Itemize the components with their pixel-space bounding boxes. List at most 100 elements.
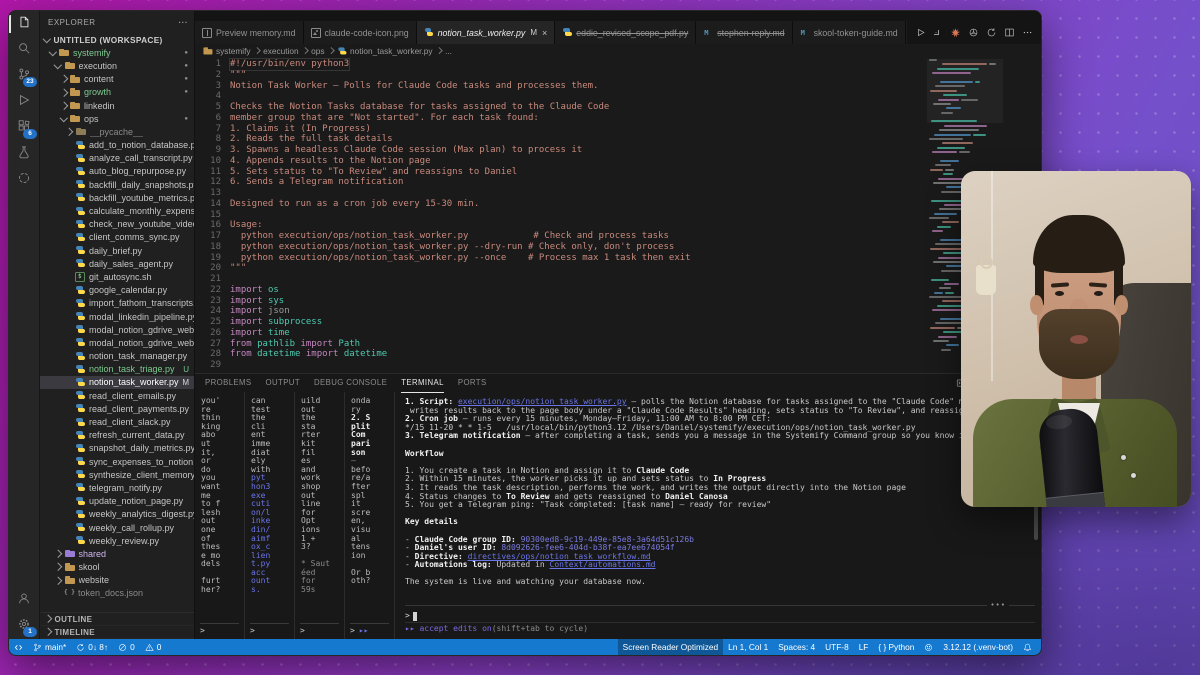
tree-item-weekly-call-rollup-py[interactable]: weekly_call_rollup.py — [40, 521, 194, 534]
status-indentation[interactable]: Spaces: 4 — [773, 639, 820, 655]
code-line[interactable]: 2""" — [195, 70, 925, 81]
tree-item-linkedin[interactable]: linkedin — [40, 99, 194, 112]
terminal-split-pane-2[interactable]: cantestthe clientimmediatelywith python3… — [245, 392, 295, 639]
tree-item-daily-sales-agent-py[interactable]: daily_sales_agent.py — [40, 257, 194, 270]
tree-item-shared[interactable]: shared — [40, 547, 194, 560]
code-line[interactable]: 13 — [195, 188, 925, 199]
tree-item-telegram-notify-py[interactable]: telegram_notify.py — [40, 481, 194, 494]
status-encoding[interactable]: UTF-8 — [820, 639, 854, 655]
code-line[interactable]: 22import os — [195, 285, 925, 296]
code-line[interactable]: 4 — [195, 91, 925, 102]
tree-item-google-calendar-py[interactable]: google_calendar.py — [40, 284, 194, 297]
tree-item-ops[interactable]: ops● — [40, 112, 194, 125]
tree-item-client-comms-sync-py[interactable]: client_comms_sync.py — [40, 231, 194, 244]
activity-run-debug-icon[interactable] — [9, 89, 39, 115]
tree-item-add-to-notion-database-py[interactable]: add_to_notion_database.py — [40, 139, 194, 152]
tree-item-read-client-payments-py[interactable]: read_client_payments.py — [40, 402, 194, 415]
code-line[interactable]: 82. Reads the full task details — [195, 134, 925, 145]
tree-item-update-notion-page-py[interactable]: update_notion_page.py — [40, 495, 194, 508]
status-notifications[interactable] — [1018, 639, 1037, 655]
tree-item-check-new-youtube-video-py[interactable]: check_new_youtube_video.py — [40, 218, 194, 231]
status-language-mode[interactable]: { } Python — [873, 639, 919, 655]
terminal-main-pane[interactable]: 1. Script: execution/ops/notion_task_wor… — [395, 392, 1041, 639]
close-icon[interactable]: × — [542, 28, 547, 38]
breadcrumb-item[interactable]: ops — [311, 46, 324, 56]
tree-item-growth[interactable]: growth● — [40, 86, 194, 99]
code-line[interactable]: 17 python execution/ops/notion_task_work… — [195, 231, 925, 242]
codex-icon[interactable] — [968, 27, 979, 38]
code-line[interactable]: 3Notion Task Worker — Polls for Claude C… — [195, 81, 925, 92]
tab-skool-token-guide-md[interactable]: skool-token-guide.md — [793, 21, 906, 44]
breadcrumb-item[interactable]: ... — [445, 46, 452, 56]
terminal-split-pane-4[interactable]: ondary2. Split Comparison—before/after s… — [345, 392, 395, 639]
activity-source-control-icon[interactable]: 23 — [9, 63, 39, 89]
tree-item-backfill-daily-snapshots-py[interactable]: backfill_daily_snapshots.py — [40, 178, 194, 191]
code-line[interactable]: 19 python execution/ops/notion_task_work… — [195, 253, 925, 264]
code-line[interactable]: 93. Spawns a headless Claude Code sessio… — [195, 145, 925, 156]
tree-item-notion-task-triage-py[interactable]: notion_task_triage.pyU — [40, 363, 194, 376]
panel-tab-output[interactable]: OUTPUT — [266, 374, 300, 393]
code-editor[interactable]: 1#!/usr/bin/env python32"""3Notion Task … — [195, 57, 1041, 373]
code-line[interactable]: 71. Claims it (In Progress) — [195, 124, 925, 135]
tree-item-systemify[interactable]: systemify● — [40, 46, 194, 59]
code-line[interactable]: 126. Sends a Telegram notification — [195, 177, 925, 188]
code-line[interactable]: 5Checks the Notion Tasks database for ta… — [195, 102, 925, 113]
code-line[interactable]: 21 — [195, 274, 925, 285]
sync-icon[interactable] — [986, 27, 997, 38]
tree-item-snapshot-daily-metrics-py[interactable]: snapshot_daily_metrics.py — [40, 442, 194, 455]
breadcrumb-item[interactable]: notion_task_worker.py — [350, 46, 433, 56]
code-line[interactable]: 26import time — [195, 328, 925, 339]
divider-handle[interactable]: ••• — [987, 601, 1009, 610]
code-line[interactable]: 29 — [195, 360, 925, 371]
tab-claude-code-icon-png[interactable]: claude-code-icon.png — [304, 21, 417, 44]
breadcrumb-item[interactable]: execution — [263, 46, 299, 56]
code-line[interactable]: 1#!/usr/bin/env python3 — [195, 59, 925, 70]
code-line[interactable]: 25import subprocess — [195, 317, 925, 328]
terminal-split-pane-3[interactable]: uildoutthestarterkitfilesandworkshopoutl… — [295, 392, 345, 639]
tree-item-notion-task-worker-py[interactable]: notion_task_worker.pyM — [40, 376, 194, 389]
code-line[interactable]: 6member group that are "Not started". Fo… — [195, 113, 925, 124]
code-content[interactable]: 1#!/usr/bin/env python32"""3Notion Task … — [195, 59, 925, 371]
tree-item-git-autosync-sh[interactable]: git_autosync.sh — [40, 270, 194, 283]
tree-item-token-docs-json[interactable]: token_docs.json — [40, 587, 194, 600]
code-line[interactable]: 18 python execution/ops/notion_task_work… — [195, 242, 925, 253]
panel-tab-problems[interactable]: PROBLEMS — [205, 374, 252, 393]
status-cursor-position[interactable]: Ln 1, Col 1 — [723, 639, 773, 655]
activity-explorer-icon[interactable] — [9, 11, 39, 37]
status-remote-indicator[interactable] — [9, 639, 28, 655]
claude-icon[interactable] — [950, 27, 961, 38]
panel-tab-debug-console[interactable]: DEBUG CONSOLE — [314, 374, 387, 393]
status-python-interpreter[interactable]: 3.12.12 (.venv-bot) — [938, 639, 1018, 655]
more-icon[interactable] — [1022, 27, 1033, 38]
tree-item-modal-notion-gdrive-webho[interactable]: modal_notion_gdrive_webho… — [40, 336, 194, 349]
tab-preview-memory-md[interactable]: Preview memory.md — [195, 21, 304, 44]
panel-tab-ports[interactable]: PORTS — [458, 374, 487, 393]
code-line[interactable]: 23import sys — [195, 296, 925, 307]
activity-chatgpt-icon[interactable] — [9, 167, 39, 193]
panel-tab-terminal[interactable]: TERMINAL — [401, 374, 444, 393]
tree-item-modal-notion-gdrive-webho[interactable]: modal_notion_gdrive_webho… — [40, 323, 194, 336]
split-icon[interactable] — [1004, 27, 1015, 38]
sidebar-more-button[interactable]: ··· — [179, 18, 189, 27]
tree-item-execution[interactable]: execution● — [40, 59, 194, 72]
code-line[interactable]: 16Usage: — [195, 220, 925, 231]
code-line[interactable]: 20""" — [195, 263, 925, 274]
tree-item-notion-task-manager-py[interactable]: notion_task_manager.py — [40, 350, 194, 363]
activity-search-icon[interactable] — [9, 37, 39, 63]
tree-item-import-fathom-transcripts-py[interactable]: import_fathom_transcripts.py — [40, 297, 194, 310]
status-git-branch[interactable]: main* — [28, 639, 71, 655]
terminal-prompt[interactable]: > — [405, 611, 1035, 622]
activity-testing-icon[interactable] — [9, 141, 39, 167]
tree-item-daily-brief-py[interactable]: daily_brief.py — [40, 244, 194, 257]
code-line[interactable]: 14Designed to run as a cron job every 15… — [195, 199, 925, 210]
code-line[interactable]: 115. Sets status to "To Review" and reas… — [195, 167, 925, 178]
tree-item-auto-blog-repurpose-py[interactable]: auto_blog_repurpose.py — [40, 165, 194, 178]
activity-settings-icon[interactable]: 1 — [9, 613, 39, 639]
code-line[interactable]: 28from datetime import datetime — [195, 349, 925, 360]
terminal-split-pane-1[interactable]: you'rethinking aboutit,ordoyouwant meto … — [195, 392, 245, 639]
outline-section[interactable]: OUTLINE — [40, 613, 194, 626]
code-line[interactable]: 104. Appends results to the Notion page — [195, 156, 925, 167]
tree-item-backfill-youtube-metrics-py[interactable]: backfill_youtube_metrics.py — [40, 191, 194, 204]
tab-notion-task-worker-py[interactable]: notion_task_worker.pyM× — [417, 21, 556, 44]
tree-item-modal-linkedin-pipeline-py[interactable]: modal_linkedin_pipeline.py — [40, 310, 194, 323]
